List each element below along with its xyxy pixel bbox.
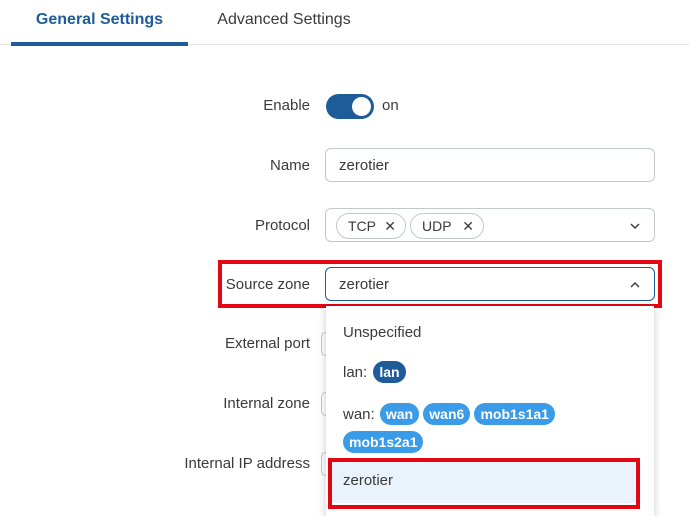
- chip-label: TCP: [348, 218, 376, 234]
- external-port-label: External port: [224, 335, 310, 352]
- toggle-knob: [352, 97, 371, 116]
- option-lan[interactable]: lan: lan: [343, 361, 406, 383]
- zone-badge-lan: lan: [373, 361, 406, 383]
- option-unspecified[interactable]: Unspecified: [343, 324, 421, 341]
- enable-state-text: on: [382, 97, 399, 114]
- name-input[interactable]: zerotier: [325, 148, 655, 182]
- tab-general-settings[interactable]: General Settings: [11, 0, 188, 46]
- zone-badge-wan: wan: [379, 403, 420, 425]
- option-wan[interactable]: wan: wan wan6 mob1s1a1 mob1s2a1: [343, 401, 633, 457]
- tab-advanced-settings[interactable]: Advanced Settings: [200, 0, 368, 45]
- name-input-value: zerotier: [339, 157, 390, 174]
- option-wan-label: wan:: [343, 406, 375, 423]
- source-zone-highlight: [218, 260, 662, 308]
- option-lan-label: lan:: [343, 364, 368, 381]
- tab-bar: General Settings Advanced Settings: [0, 0, 689, 46]
- close-icon[interactable]: ✕: [462, 214, 474, 238]
- internal-zone-label: Internal zone: [223, 395, 310, 412]
- chip-label: UDP: [422, 218, 452, 234]
- enable-toggle[interactable]: [326, 94, 374, 119]
- protocol-chip-tcp: TCP ✕: [336, 213, 406, 239]
- zone-badge-mob1s1a1: mob1s1a1: [474, 403, 555, 425]
- protocol-label: Protocol: [254, 217, 310, 234]
- close-icon[interactable]: ✕: [384, 214, 396, 238]
- zerotier-option-highlight: [328, 458, 640, 509]
- protocol-chip-udp: UDP ✕: [410, 213, 484, 239]
- zone-badge-mob1s2a1: mob1s2a1: [343, 431, 424, 453]
- chevron-down-icon: [630, 223, 640, 229]
- enable-label: Enable: [263, 97, 310, 114]
- internal-ip-label: Internal IP address: [184, 455, 310, 472]
- protocol-select[interactable]: TCP ✕ UDP ✕: [325, 208, 655, 242]
- zone-badge-wan6: wan6: [423, 403, 471, 425]
- name-label: Name: [269, 157, 310, 174]
